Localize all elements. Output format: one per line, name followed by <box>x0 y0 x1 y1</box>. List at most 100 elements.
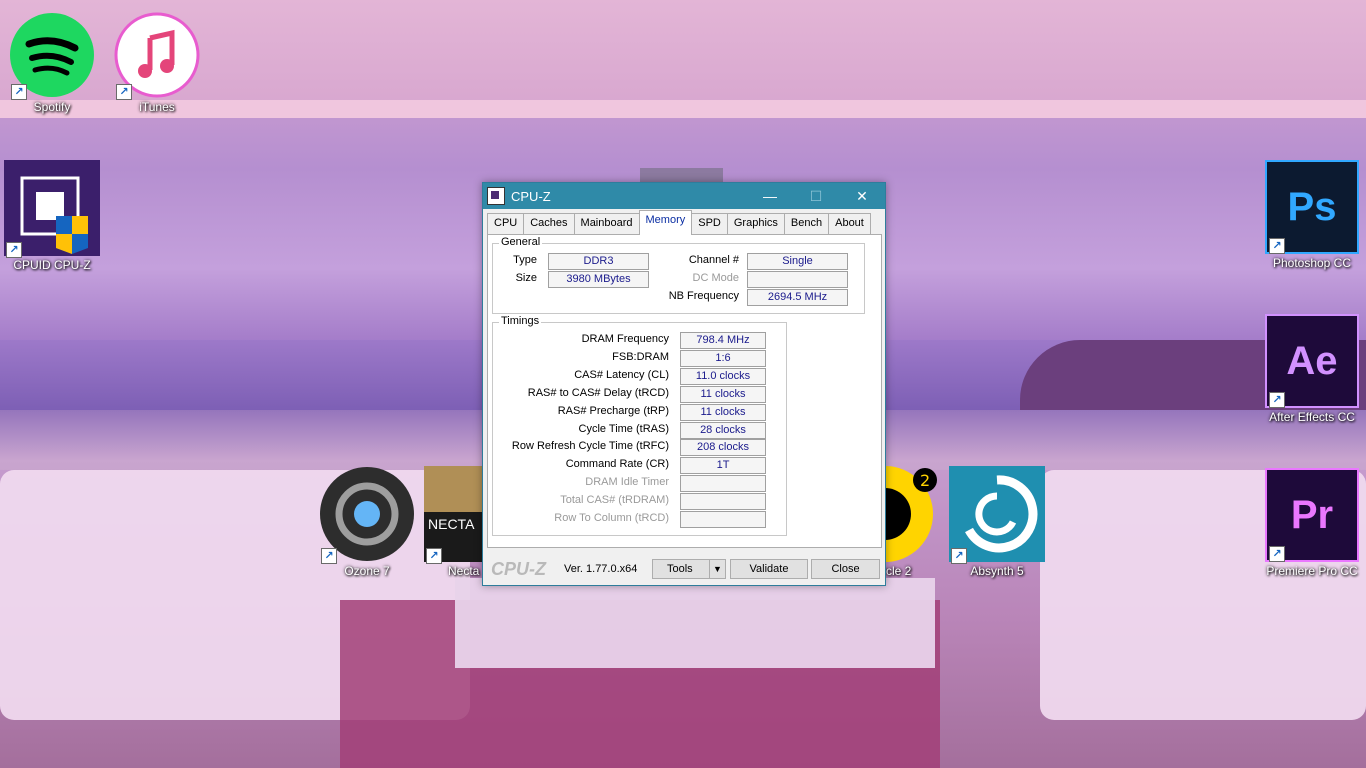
after-effects-icon: Ae ↗ <box>1265 314 1359 408</box>
photoshop-icon: Ps ↗ <box>1265 160 1359 254</box>
shortcut-arrow-icon: ↗ <box>321 548 337 564</box>
ozone-icon: ↗ <box>319 466 415 564</box>
shortcut-arrow-icon: ↗ <box>1269 392 1285 408</box>
desktop-icon-cpuz[interactable]: ↗ CPUID CPU-Z <box>2 160 102 272</box>
tab-memory[interactable]: Memory <box>638 210 693 235</box>
tab-caches[interactable]: Caches <box>523 213 575 235</box>
timing-label: Row To Column (tRCD) <box>554 512 669 524</box>
tab-spd[interactable]: SPD <box>691 213 728 235</box>
desktop-icon-label: iTunes <box>139 100 175 114</box>
desktop-icon-label: Ozone 7 <box>344 564 390 578</box>
cpuz-brand-logo: CPU-Z <box>491 559 546 579</box>
desktop-icon-label: Photoshop CC <box>1272 256 1352 270</box>
shortcut-arrow-icon: ↗ <box>951 548 967 564</box>
timings-group: Timings DRAM Frequency 798.4 MHz FSB:DRAM 1… <box>492 315 787 536</box>
premiere-icon: Pr ↗ <box>1265 468 1359 562</box>
cpuz-app-icon <box>487 187 505 205</box>
close-button[interactable]: Close <box>811 559 880 579</box>
spotify-icon: ↗ <box>9 12 95 100</box>
wallpaper-table <box>455 578 935 668</box>
general-group-title: General <box>499 236 543 248</box>
desktop-icon-label: Necta <box>448 564 480 578</box>
type-label: Type <box>513 254 537 266</box>
shortcut-arrow-icon: ↗ <box>11 84 27 100</box>
nb-frequency-label: NB Frequency <box>668 290 739 302</box>
shortcut-arrow-icon: ↗ <box>426 548 442 564</box>
timing-value: 1T <box>680 457 766 475</box>
tab-cpu[interactable]: CPU <box>487 213 525 235</box>
timing-label: RAS# to CAS# Delay (tRCD) <box>527 386 669 399</box>
after-effects-logo-text: Ae <box>1286 338 1338 383</box>
size-value: 3980 MBytes <box>548 271 649 288</box>
timing-value: 11 clocks <box>680 385 766 403</box>
tab-graphics[interactable]: Graphics <box>726 213 785 235</box>
channel-value: Single <box>747 253 848 270</box>
absynth-icon: ↗ <box>949 466 1045 564</box>
cpu-z-icon: ↗ <box>4 160 100 258</box>
tools-button-label: Tools <box>667 563 693 575</box>
timing-label: Cycle Time (tRAS) <box>578 422 669 435</box>
window-title: CPU-Z <box>511 188 551 204</box>
timing-label: Row Refresh Cycle Time (tRFC) <box>511 440 669 453</box>
maximize-button[interactable]: ☐ <box>793 183 839 209</box>
shortcut-arrow-icon: ↗ <box>6 242 22 258</box>
timing-value <box>680 493 766 511</box>
type-value: DDR3 <box>548 253 649 270</box>
timing-value <box>680 475 766 493</box>
timing-label: CAS# Latency (CL) <box>574 368 669 381</box>
desktop-icon-itunes[interactable]: ↗ iTunes <box>107 12 207 114</box>
desktop-icon-spotify[interactable]: ↗ Spotify <box>2 12 102 114</box>
timing-value: 1:6 <box>680 349 766 367</box>
tab-mainboard[interactable]: Mainboard <box>573 213 640 235</box>
tab-strip: CPU Caches Mainboard Memory SPD Graphics… <box>487 210 871 235</box>
itunes-icon: ↗ <box>114 12 200 100</box>
desktop-icon-absynth[interactable]: ↗ Absynth 5 <box>947 466 1047 578</box>
wallpaper-rug <box>340 600 940 768</box>
tab-about[interactable]: About <box>828 213 871 235</box>
timing-label: RAS# Precharge (tRP) <box>557 404 669 417</box>
shortcut-arrow-icon: ↗ <box>1269 238 1285 254</box>
desktop-icon-ozone[interactable]: ↗ Ozone 7 <box>317 466 417 578</box>
dcmode-label: DC Mode <box>692 272 739 284</box>
memory-panel: General Type DDR3 Size 3980 MBytes Chann… <box>487 234 882 548</box>
desktop-icon-after-effects[interactable]: Ae ↗ After Effects CC <box>1262 314 1362 424</box>
minimize-button[interactable]: — <box>747 183 793 209</box>
nectar-icon: NECTA ↗ <box>424 466 488 564</box>
general-group: General Type DDR3 Size 3980 MBytes Chann… <box>492 236 865 314</box>
nectar-logo-text: NECTA <box>428 516 475 532</box>
timing-value: 11.0 clocks <box>680 367 766 385</box>
cpuz-window: CPU-Z — ☐ ✕ CPU Caches Mainboard Memory … <box>482 182 886 586</box>
timing-label: DRAM Frequency <box>581 333 669 345</box>
desktop-icon-photoshop[interactable]: Ps ↗ Photoshop CC <box>1262 160 1362 270</box>
footer-bar: CPU-Z Ver. 1.77.0.x64 Tools ▼ Validate C… <box>487 558 881 580</box>
channel-label: Channel # <box>688 254 739 266</box>
timing-value: 798.4 MHz <box>680 332 766 349</box>
timing-label: Command Rate (CR) <box>565 458 669 471</box>
tab-bench[interactable]: Bench <box>783 213 830 235</box>
title-bar[interactable]: CPU-Z — ☐ ✕ <box>483 183 885 209</box>
timing-value <box>680 511 766 528</box>
desktop-icon-nectar[interactable]: NECTA ↗ Necta <box>418 466 488 578</box>
timing-label: FSB:DRAM <box>612 350 669 363</box>
desktop-icon-label: After Effects CC <box>1269 410 1355 424</box>
premiere-logo-text: Pr <box>1290 492 1334 537</box>
nb-frequency-value: 2694.5 MHz <box>747 289 848 306</box>
close-window-button[interactable]: ✕ <box>839 183 885 209</box>
timings-group-title: Timings <box>499 315 542 327</box>
version-label: Ver. 1.77.0.x64 <box>564 563 638 575</box>
dcmode-value <box>747 271 848 288</box>
desktop-icon-premiere[interactable]: Pr ↗ Premiere Pro CC <box>1262 468 1362 578</box>
timing-label: Total CAS# (tRDRAM) <box>560 494 669 507</box>
timing-value: 11 clocks <box>680 403 766 421</box>
validate-button[interactable]: Validate <box>730 559 808 579</box>
desktop-icon-label: CPUID CPU-Z <box>13 258 91 272</box>
svg-text:2: 2 <box>920 471 930 490</box>
desktop-icon-label: Premiere Pro CC <box>1266 564 1358 578</box>
shortcut-arrow-icon: ↗ <box>116 84 132 100</box>
timing-value: 208 clocks <box>680 439 766 457</box>
desktop-icon-label: Spotify <box>33 100 71 114</box>
photoshop-logo-text: Ps <box>1287 184 1337 229</box>
tools-dropdown-arrow-icon[interactable]: ▼ <box>709 559 726 579</box>
timing-label: DRAM Idle Timer <box>585 476 669 489</box>
desktop-icon-label: Absynth 5 <box>970 564 1024 578</box>
